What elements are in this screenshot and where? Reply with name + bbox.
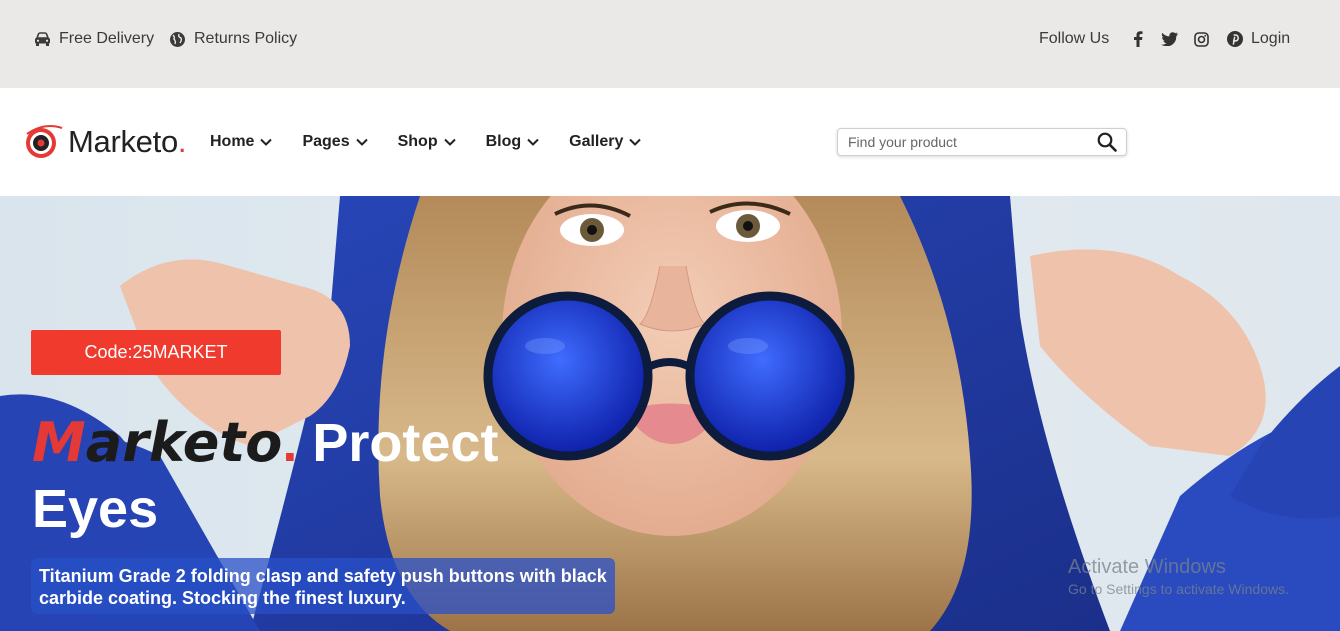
chevron-down-icon xyxy=(527,138,539,146)
hero-title-line2: Eyes xyxy=(32,479,159,539)
site-logo[interactable]: Marketo. xyxy=(24,122,187,162)
twitter-icon[interactable] xyxy=(1161,32,1178,46)
logo-eye-icon xyxy=(26,125,63,158)
nav-label: Blog xyxy=(485,133,522,150)
nav-item-shop[interactable]: Shop xyxy=(398,132,456,152)
chevron-down-icon xyxy=(260,138,273,146)
globe-icon xyxy=(170,31,185,47)
hero-brand-text: arketo xyxy=(85,411,283,474)
nav-item-blog[interactable]: Blog xyxy=(486,132,540,152)
pinterest-icon[interactable] xyxy=(1227,31,1243,47)
logo-text: Marketo. xyxy=(68,124,187,159)
hero-title-line1: Protect xyxy=(312,413,499,473)
free-delivery-label: Free Delivery xyxy=(59,30,155,47)
nav-item-gallery[interactable]: Gallery xyxy=(569,132,642,152)
nav-item-pages[interactable]: Pages xyxy=(302,132,368,152)
instagram-icon[interactable] xyxy=(1194,31,1209,47)
search-icon xyxy=(1097,132,1117,152)
search-box xyxy=(837,128,1127,156)
car-icon xyxy=(35,31,50,46)
chevron-down-icon xyxy=(443,138,456,146)
returns-policy-link[interactable]: Returns Policy xyxy=(169,29,297,49)
main-nav: Home Pages Shop Blog Gallery xyxy=(210,132,671,152)
nav-label: Pages xyxy=(302,133,350,150)
chevron-down-icon xyxy=(629,138,642,146)
social-links xyxy=(1133,29,1249,49)
promo-code-badge[interactable]: Code:25MARKET xyxy=(31,330,281,375)
watermark-subtitle: Go to Settings to activate Windows. xyxy=(1068,581,1289,597)
watermark-title: Activate Windows xyxy=(1068,556,1226,578)
top-bar: Free Delivery Returns Policy Follow Us L… xyxy=(0,0,1340,88)
free-delivery-link[interactable]: Free Delivery xyxy=(34,29,154,49)
hero-title: Marketo. Protect Eyes xyxy=(32,410,552,542)
follow-us-text: Follow Us xyxy=(1039,30,1110,47)
hero-brand-initial: M xyxy=(32,411,86,474)
nav-label: Home xyxy=(210,133,255,150)
hero-description: Titanium Grade 2 folding clasp and safet… xyxy=(31,558,615,614)
nav-label: Shop xyxy=(397,133,438,150)
promo-code-label: Code:25MARKET xyxy=(84,342,228,362)
search-input[interactable] xyxy=(838,129,1088,155)
login-label: Login xyxy=(1251,30,1291,47)
nav-item-home[interactable]: Home xyxy=(210,132,273,152)
main-header: Marketo. Home Pages Shop Blog Gallery xyxy=(0,88,1340,196)
nav-label: Gallery xyxy=(569,133,624,150)
login-link[interactable]: Login xyxy=(1251,29,1290,49)
facebook-icon[interactable] xyxy=(1133,31,1143,47)
search-button[interactable] xyxy=(1088,129,1126,155)
chevron-down-icon xyxy=(355,138,368,146)
returns-policy-label: Returns Policy xyxy=(194,30,298,47)
activate-windows-watermark: Activate Windows Go to Settings to activ… xyxy=(1068,556,1289,597)
hero-banner: Code:25MARKET Marketo. Protect Eyes Tita… xyxy=(0,196,1340,631)
follow-us-label: Follow Us xyxy=(1039,29,1109,49)
hero-brand-dot: . xyxy=(282,413,298,473)
